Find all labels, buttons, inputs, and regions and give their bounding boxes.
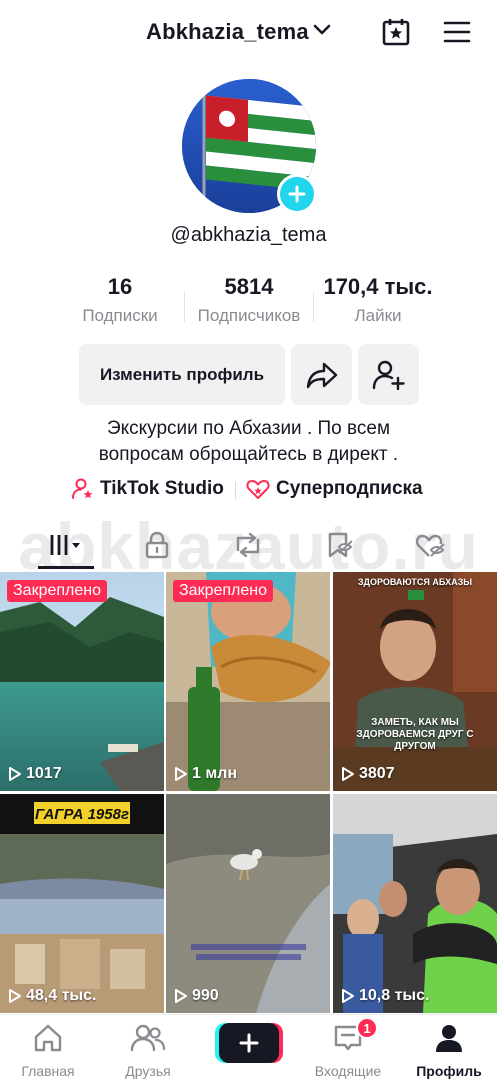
account-switcher[interactable]: Abkhazia_tema <box>146 16 331 48</box>
grid-videos-icon <box>50 535 80 555</box>
friends-icon <box>108 1023 188 1053</box>
share-icon <box>306 362 337 388</box>
tiktok-studio-label: TikTok Studio <box>100 478 224 499</box>
pinned-badge: Закреплено <box>173 580 273 602</box>
tab-videos[interactable] <box>46 528 86 562</box>
chevron-down-icon <box>313 23 331 41</box>
play-icon <box>342 989 354 1003</box>
active-tab-indicator <box>38 566 94 569</box>
add-user-icon <box>372 360 405 390</box>
add-avatar-button[interactable] <box>277 174 317 214</box>
play-icon <box>175 989 187 1003</box>
tab-favorites[interactable] <box>320 528 360 562</box>
stat-divider <box>313 292 314 322</box>
add-friends-button[interactable] <box>358 344 419 405</box>
view-count: 10,8 тыс. <box>341 987 429 1005</box>
video-thumbnail[interactable]: Закреплено 1017 <box>0 572 164 791</box>
likes-label: Лайки <box>354 306 402 325</box>
video-thumbnail[interactable]: ЗДОРОВАЮТСЯ АБХАЗЫ ЗАМЕТЬ, КАК МЫ ЗДОРОВ… <box>333 572 497 791</box>
top-bar: Abkhazia_tema <box>0 0 497 64</box>
video-caption-top: ЗДОРОВАЮТСЯ АБХАЗЫ <box>357 577 473 587</box>
profile-bio: Экскурсии по Абхазии . По всем вопросам … <box>40 416 457 468</box>
nav-friends[interactable]: Друзья <box>108 1023 188 1079</box>
super-subscription-link[interactable]: Суперподписка <box>246 478 423 500</box>
studio-user-icon <box>72 478 93 499</box>
nav-friends-label: Друзья <box>125 1063 171 1079</box>
stat-divider <box>184 292 185 322</box>
play-icon <box>175 767 187 781</box>
view-count-label: 10,8 тыс. <box>359 987 430 1004</box>
view-count: 3807 <box>341 765 395 783</box>
bio-line: вопросам оброщайтесь в директ . <box>98 444 399 465</box>
calendar-star-icon[interactable] <box>380 16 412 48</box>
repost-icon <box>236 532 260 558</box>
likes-count: 170,4 тыс. <box>323 274 433 299</box>
tab-reposts[interactable] <box>228 528 268 562</box>
heart-hidden-icon <box>415 534 445 557</box>
followers-count: 5814 <box>224 274 274 299</box>
plus-icon <box>288 185 306 203</box>
nav-inbox-label: Входящие <box>314 1063 382 1079</box>
nav-home-label: Главная <box>21 1063 75 1079</box>
bio-line: Экскурсии по Абхазии . По всем <box>106 418 391 439</box>
view-count: 1017 <box>8 765 62 783</box>
play-icon <box>9 989 21 1003</box>
super-subscription-label: Суперподписка <box>276 478 423 499</box>
play-icon <box>342 767 354 781</box>
bottom-navigation: Главная Друзья Входящие 1 Профиль <box>0 1014 497 1080</box>
video-thumbnail[interactable]: 10,8 тыс. <box>333 794 497 1013</box>
tab-liked[interactable] <box>411 528 451 562</box>
video-caption: ЗАМЕТЬ, КАК МЫ ЗДОРОВАЕМСЯ ДРУГ С ДРУГОМ <box>356 717 474 752</box>
username: Abkhazia_tema <box>146 19 309 44</box>
followers-label: Подписчиков <box>197 306 301 325</box>
nav-home[interactable]: Главная <box>8 1023 88 1079</box>
stat-likes[interactable]: 170,4 тыс. Лайки <box>316 272 440 326</box>
following-label: Подписки <box>82 306 158 325</box>
play-icon <box>9 767 21 781</box>
nav-profile-label: Профиль <box>416 1063 482 1079</box>
create-button[interactable] <box>219 1023 279 1063</box>
view-count: 48,4 тыс. <box>8 987 96 1005</box>
video-thumbnail[interactable]: Закреплено 1 млн <box>166 572 330 791</box>
video-thumbnail[interactable]: 990 <box>166 794 330 1013</box>
menu-icon[interactable] <box>441 16 473 48</box>
link-divider <box>235 482 236 500</box>
video-thumbnail[interactable]: ГАГРА 1958г 48,4 тыс. <box>0 794 164 1013</box>
view-count-label: 1017 <box>26 765 62 782</box>
share-profile-button[interactable] <box>291 344 352 405</box>
view-count-label: 3807 <box>359 765 395 782</box>
profile-icon <box>409 1023 489 1053</box>
inbox-badge: 1 <box>356 1017 378 1039</box>
profile-handle: @abkhazia_tema <box>170 224 327 246</box>
bookmark-hidden-icon <box>328 532 353 558</box>
stat-followers[interactable]: 5814 Подписчиков <box>186 272 312 326</box>
tab-private[interactable] <box>137 528 177 562</box>
tiktok-studio-link[interactable]: TikTok Studio <box>72 478 224 500</box>
view-count: 1 млн <box>174 765 237 783</box>
home-icon <box>8 1023 88 1053</box>
video-grid: Закреплено 1017 Закреплено 1 млн ЗДОРОВА… <box>0 572 497 1014</box>
plus-icon <box>239 1033 259 1053</box>
edit-profile-button[interactable]: Изменить профиль <box>79 344 285 405</box>
stat-following[interactable]: 16 Подписки <box>70 272 170 326</box>
view-count-label: 1 млн <box>192 765 238 782</box>
view-count-label: 48,4 тыс. <box>26 987 97 1004</box>
lock-icon <box>145 531 169 559</box>
nav-profile[interactable]: Профиль <box>409 1023 489 1079</box>
video-caption-top: ГАГРА 1958г <box>32 800 132 826</box>
following-count: 16 <box>107 274 133 299</box>
pinned-badge: Закреплено <box>7 580 107 602</box>
profile-links: TikTok Studio Суперподписка <box>0 478 497 504</box>
view-count: 990 <box>174 987 219 1005</box>
view-count-label: 990 <box>192 987 219 1004</box>
content-tabs <box>0 520 497 570</box>
subscription-heart-icon <box>246 480 270 499</box>
